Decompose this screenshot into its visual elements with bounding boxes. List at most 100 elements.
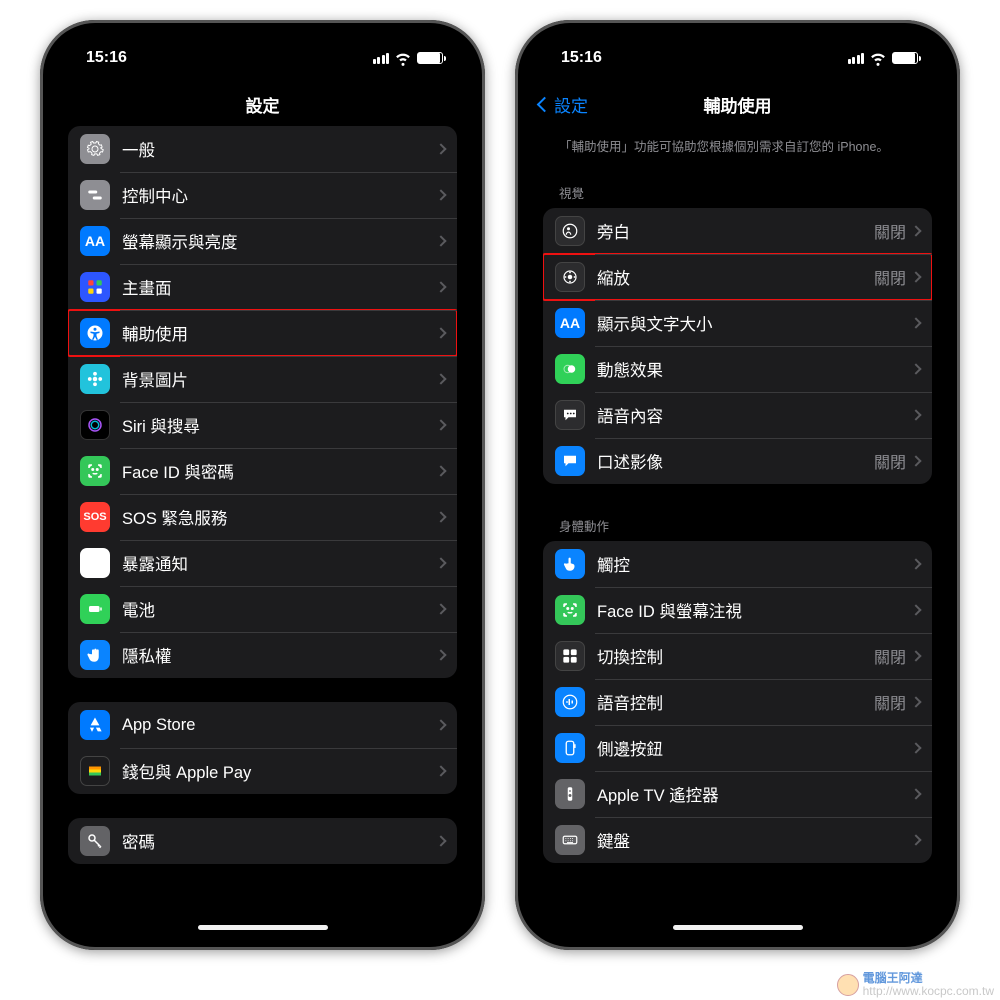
settings-row[interactable]: 語音內容 bbox=[543, 392, 932, 438]
row-label: Siri 與搜尋 bbox=[122, 413, 437, 437]
settings-row[interactable]: 密碼 bbox=[68, 818, 457, 864]
chevron-right-icon bbox=[435, 603, 446, 614]
chevron-right-icon bbox=[435, 719, 446, 730]
section-header: 視覺 bbox=[543, 175, 932, 208]
row-label: 密碼 bbox=[122, 829, 437, 853]
screen-right: 15:16 設定 輔助使用 「輔助使用」功能可協助您根據個別需求自訂您的 iPh… bbox=[529, 34, 946, 936]
touch-icon bbox=[555, 549, 585, 579]
row-label: 錢包與 Apple Pay bbox=[122, 759, 437, 783]
status-icons bbox=[373, 49, 444, 67]
notch bbox=[183, 34, 343, 64]
watermark-url: http://www.kocpc.com.tw bbox=[863, 985, 994, 998]
chevron-right-icon bbox=[910, 558, 921, 569]
wifi-icon bbox=[869, 49, 887, 67]
remote-icon bbox=[555, 779, 585, 809]
speech-icon bbox=[555, 400, 585, 430]
chevron-right-icon bbox=[910, 696, 921, 707]
settings-row[interactable]: 語音控制關閉 bbox=[543, 679, 932, 725]
motion-icon bbox=[555, 354, 585, 384]
row-label: 縮放 bbox=[597, 265, 874, 289]
cellular-icon bbox=[373, 53, 390, 64]
chevron-right-icon bbox=[910, 225, 921, 236]
zoom-icon bbox=[555, 262, 585, 292]
wifi-icon bbox=[394, 49, 412, 67]
status-icons bbox=[848, 49, 919, 67]
row-label: 輔助使用 bbox=[122, 321, 437, 345]
section-header: 身體動作 bbox=[543, 508, 932, 541]
status-time: 15:16 bbox=[561, 49, 602, 67]
settings-row[interactable]: Apple TV 遙控器 bbox=[543, 771, 932, 817]
back-button[interactable]: 設定 bbox=[539, 92, 588, 117]
settings-row[interactable]: 暴露通知 bbox=[68, 540, 457, 586]
row-value: 關閉 bbox=[874, 265, 906, 289]
home-indicator[interactable] bbox=[673, 925, 803, 930]
row-label: 切換控制 bbox=[597, 644, 874, 668]
row-value: 關閉 bbox=[874, 449, 906, 473]
settings-row[interactable]: 觸控 bbox=[543, 541, 932, 587]
battery-icon bbox=[892, 52, 918, 64]
settings-row[interactable]: 側邊按鈕 bbox=[543, 725, 932, 771]
settings-row[interactable]: Face ID 與密碼 bbox=[68, 448, 457, 494]
settings-row[interactable]: 縮放關閉 bbox=[543, 254, 932, 300]
chevron-right-icon bbox=[910, 788, 921, 799]
row-label: 隱私權 bbox=[122, 643, 437, 667]
row-label: SOS 緊急服務 bbox=[122, 505, 437, 529]
chevron-right-icon bbox=[910, 455, 921, 466]
page-title: 輔助使用 bbox=[704, 92, 772, 117]
settings-row[interactable]: 隱私權 bbox=[68, 632, 457, 678]
accessibility-icon bbox=[80, 318, 110, 348]
switches-icon bbox=[80, 180, 110, 210]
settings-row[interactable]: App Store bbox=[68, 702, 457, 748]
exposure-icon bbox=[80, 548, 110, 578]
settings-row[interactable]: AA顯示與文字大小 bbox=[543, 300, 932, 346]
settings-row[interactable]: 鍵盤 bbox=[543, 817, 932, 863]
settings-group: 旁白關閉縮放關閉AA顯示與文字大小動態效果語音內容口述影像關閉 bbox=[543, 208, 932, 484]
settings-row[interactable]: SOS SOS 緊急服務 bbox=[68, 494, 457, 540]
settings-row[interactable]: 一般 bbox=[68, 126, 457, 172]
chevron-right-icon bbox=[910, 317, 921, 328]
row-label: 口述影像 bbox=[597, 449, 874, 473]
chevron-right-icon bbox=[435, 835, 446, 846]
settings-row[interactable]: Face ID 與螢幕注視 bbox=[543, 587, 932, 633]
status-time: 15:16 bbox=[86, 49, 127, 67]
settings-list[interactable]: 一般控制中心 AA螢幕顯示與亮度主畫面輔助使用背景圖片 Siri 與搜尋 Face I… bbox=[54, 126, 471, 926]
text-size-icon: AA bbox=[555, 308, 585, 338]
settings-row[interactable]: Siri 與搜尋 bbox=[68, 402, 457, 448]
chevron-right-icon bbox=[910, 363, 921, 374]
chevron-right-icon bbox=[910, 650, 921, 661]
settings-row[interactable]: 主畫面 bbox=[68, 264, 457, 310]
row-label: 暴露通知 bbox=[122, 551, 437, 575]
settings-row[interactable]: 背景圖片 bbox=[68, 356, 457, 402]
settings-row[interactable]: 動態效果 bbox=[543, 346, 932, 392]
screen-left: 15:16 設定 一般控制中心 AA螢幕顯示與亮度主畫面輔助使用背景圖片 Siri … bbox=[54, 34, 471, 936]
cellular-icon bbox=[848, 53, 865, 64]
settings-row[interactable]: 旁白關閉 bbox=[543, 208, 932, 254]
chevron-right-icon bbox=[435, 649, 446, 660]
row-label: 背景圖片 bbox=[122, 367, 437, 391]
accessibility-list[interactable]: 「輔助使用」功能可協助您根據個別需求自訂您的 iPhone。 視覺旁白關閉縮放關… bbox=[529, 126, 946, 926]
watermark: 電腦王阿達 http://www.kocpc.com.tw bbox=[837, 972, 994, 998]
chevron-right-icon bbox=[910, 409, 921, 420]
row-label: 控制中心 bbox=[122, 183, 437, 207]
nav-bar: 設定 輔助使用 bbox=[529, 82, 946, 126]
wallet-icon bbox=[80, 756, 110, 786]
sos-icon: SOS bbox=[80, 502, 110, 532]
settings-row[interactable]: 控制中心 bbox=[68, 172, 457, 218]
siri-icon bbox=[80, 410, 110, 440]
settings-row[interactable]: 電池 bbox=[68, 586, 457, 632]
switch-icon bbox=[555, 641, 585, 671]
settings-row[interactable]: 口述影像關閉 bbox=[543, 438, 932, 484]
settings-row[interactable]: AA螢幕顯示與亮度 bbox=[68, 218, 457, 264]
chevron-left-icon bbox=[537, 96, 553, 112]
settings-group: 觸控Face ID 與螢幕注視切換控制關閉語音控制關閉側邊按鈕Apple TV … bbox=[543, 541, 932, 863]
settings-row[interactable]: 輔助使用 bbox=[68, 310, 457, 356]
chevron-right-icon bbox=[435, 765, 446, 776]
row-label: 一般 bbox=[122, 137, 437, 161]
home-indicator[interactable] bbox=[198, 925, 328, 930]
page-title: 設定 bbox=[246, 92, 280, 117]
settings-row[interactable]: 錢包與 Apple Pay bbox=[68, 748, 457, 794]
side-btn-icon bbox=[555, 733, 585, 763]
settings-row[interactable]: 切換控制關閉 bbox=[543, 633, 932, 679]
row-label: 鍵盤 bbox=[597, 828, 912, 852]
notch bbox=[658, 34, 818, 64]
